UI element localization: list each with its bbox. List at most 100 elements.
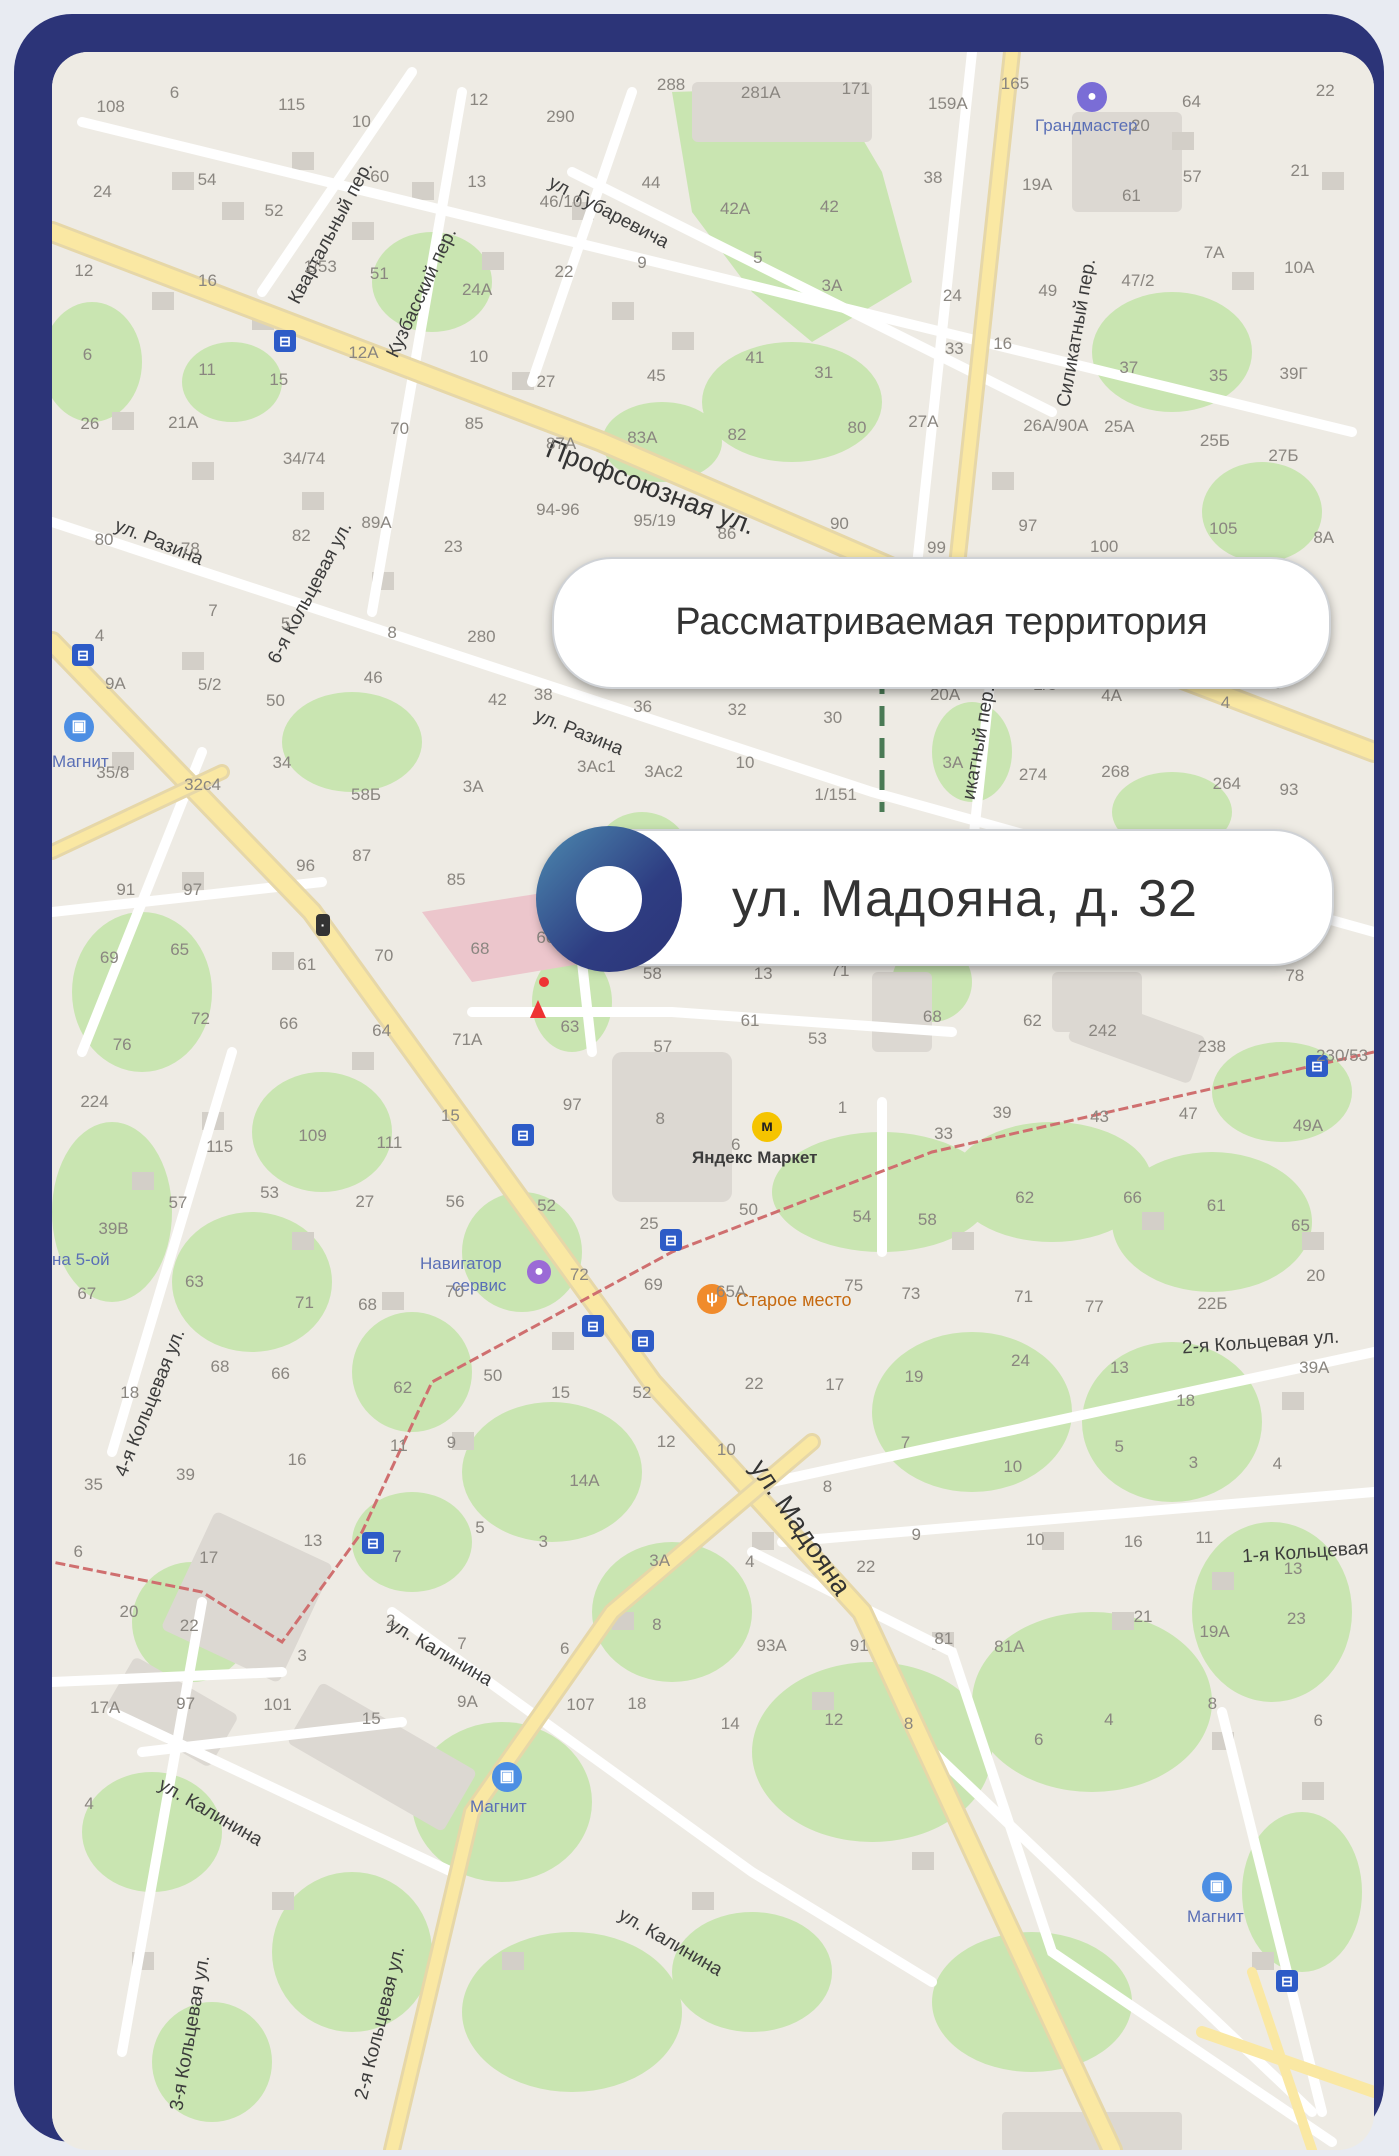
bus-stop-icon[interactable]: ⊟ (362, 1532, 384, 1554)
house-number: 10 (1003, 1457, 1023, 1477)
house-number: 97 (183, 879, 203, 899)
house-number: 34/74 (282, 449, 326, 469)
house-number: 97 (176, 1694, 196, 1714)
map-canvas[interactable]: Профсоюзная ул. ул. Разина ул. Разина ул… (52, 52, 1374, 2150)
house-number: 37 (1119, 358, 1139, 378)
poi-grandmaster[interactable]: Грандмастер (1035, 116, 1138, 136)
gym-icon[interactable]: ● (1077, 82, 1107, 112)
house-number: 18 (120, 1382, 140, 1402)
house-number: 6 (73, 1542, 83, 1562)
poi-staroe-mesto[interactable]: Старое место (736, 1290, 852, 1311)
house-number: 61 (1206, 1196, 1226, 1216)
house-number: 22Б (1197, 1293, 1228, 1313)
house-number: 77 (1084, 1297, 1104, 1317)
house-number: 107 (566, 1694, 595, 1714)
magnit-icon-2[interactable]: ▣ (492, 1762, 522, 1792)
magnit-icon-3[interactable]: ▣ (1202, 1872, 1232, 1902)
house-number: 57 (168, 1192, 188, 1212)
house-number: 238 (1197, 1037, 1226, 1057)
house-number: 16 (287, 1449, 307, 1469)
house-number: 7 (392, 1546, 402, 1566)
service-icon[interactable]: ● (527, 1260, 551, 1284)
house-number: 24А (461, 279, 493, 299)
house-number: 281А (740, 82, 781, 102)
house-number: 14 (720, 1713, 740, 1733)
house-number: 12А (348, 343, 379, 363)
house-number: 44 (641, 172, 661, 192)
house-number: 39Г (1279, 364, 1308, 384)
yandex-market-icon[interactable]: м (752, 1112, 782, 1142)
house-number: 3А (942, 753, 964, 773)
house-number: 64 (372, 1020, 392, 1040)
house-number: 54 (197, 169, 217, 189)
house-number: 10 (716, 1440, 736, 1460)
house-number: 63 (184, 1272, 204, 1292)
house-number: 10 (469, 346, 489, 366)
house-number: 165 (1000, 74, 1030, 94)
bus-stop-icon[interactable]: ⊟ (72, 644, 94, 666)
house-number: 27 (355, 1191, 375, 1211)
poi-navigator-line1[interactable]: Навигатор (420, 1254, 502, 1274)
territory-callout[interactable]: Рассматриваемая территория (552, 557, 1331, 689)
house-number: 70 (390, 418, 410, 438)
house-number: 16 (993, 333, 1013, 353)
house-number: 11 (198, 360, 216, 380)
house-number: 70 (445, 1282, 465, 1302)
house-number: 12 (469, 90, 489, 110)
bus-stop-icon[interactable]: ⊟ (512, 1124, 534, 1146)
house-number: 65 (170, 939, 190, 959)
house-number: 94-96 (536, 500, 580, 520)
house-number: 68 (470, 939, 490, 959)
house-number: 97 (1018, 515, 1038, 535)
bus-stop-icon[interactable]: ⊟ (632, 1330, 654, 1352)
house-number: 58 (642, 963, 662, 983)
house-number: 4 (1220, 692, 1231, 712)
house-number: 97 (562, 1094, 582, 1114)
house-number: 21А (168, 412, 199, 432)
house-number: 39 (992, 1103, 1012, 1123)
house-number: 4 (94, 625, 105, 645)
house-number: 71 (1014, 1286, 1034, 1306)
house-number: 23 (1286, 1608, 1306, 1628)
house-number: 17 (825, 1375, 845, 1395)
poi-magnit-3[interactable]: Магнит (1187, 1907, 1244, 1927)
house-number: 20 (119, 1602, 139, 1622)
house-number: 43 (1090, 1106, 1110, 1126)
house-number: 81А (994, 1637, 1025, 1657)
house-number: 31 (814, 362, 834, 382)
house-number: 10 (735, 753, 755, 773)
house-number: 6 (559, 1638, 570, 1658)
bus-stop-icon[interactable]: ⊟ (660, 1229, 682, 1251)
house-number: 24 (1011, 1351, 1030, 1371)
house-number: 5/2 (197, 674, 222, 694)
magnit-icon-1[interactable]: ▣ (64, 712, 94, 742)
house-number: 75 (844, 1276, 864, 1296)
house-number: 22 (554, 261, 574, 281)
house-number: 9А (456, 1691, 478, 1711)
poi-na5oy[interactable]: на 5-ой (52, 1250, 110, 1270)
house-number: 91 (849, 1635, 869, 1655)
house-number: 91 (116, 879, 136, 899)
house-number: 4 (745, 1551, 755, 1571)
poi-magnit-2[interactable]: Магнит (470, 1797, 527, 1817)
house-number: 11 (1195, 1528, 1214, 1548)
house-number: 67 (77, 1284, 97, 1304)
house-number: 52 (264, 201, 284, 221)
house-number: 6 (730, 1134, 741, 1154)
house-number: 42А (719, 198, 751, 218)
house-number: 30 (823, 707, 843, 727)
house-number: 69 (99, 947, 119, 967)
house-number: 57 (653, 1036, 673, 1056)
bus-stop-icon[interactable]: ⊟ (1276, 1970, 1298, 1992)
house-number: 64 (1182, 91, 1201, 111)
house-number: 3А (649, 1551, 671, 1571)
house-number: 82 (727, 425, 747, 445)
house-number: 87А (545, 433, 577, 453)
poi-yandex-market[interactable]: Яндекс Маркет (692, 1148, 817, 1168)
house-number: 6 (169, 82, 180, 102)
house-number: 1/151 (814, 784, 857, 804)
house-number: 12 (824, 1709, 844, 1729)
bus-stop-icon[interactable]: ⊟ (582, 1315, 604, 1337)
bus-stop-icon[interactable]: ⊟ (274, 330, 296, 352)
location-pin-icon[interactable] (536, 826, 682, 972)
